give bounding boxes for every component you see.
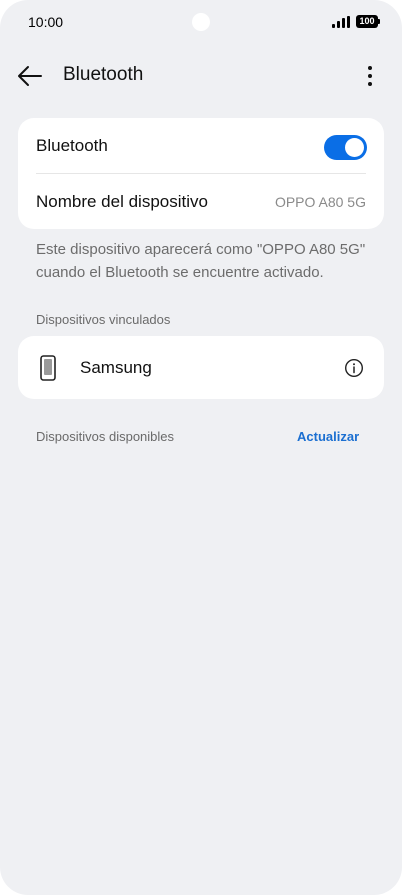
battery-icon: 100	[356, 15, 380, 28]
available-devices-heading: Dispositivos disponibles	[36, 429, 175, 444]
device-name-row[interactable]: Nombre del dispositivo OPPO A80 5G	[18, 174, 384, 229]
toggle-knob	[345, 138, 364, 157]
paired-devices-heading: Dispositivos vinculados	[36, 312, 171, 327]
app-header: Bluetooth	[0, 52, 402, 100]
paired-device-item[interactable]: Samsung	[18, 336, 384, 399]
bluetooth-toggle[interactable]	[324, 135, 367, 160]
device-name-value: OPPO A80 5G	[274, 194, 366, 210]
more-options-button[interactable]	[358, 62, 382, 90]
battery-level: 100	[356, 15, 378, 28]
info-icon	[344, 358, 364, 378]
device-name-label: Nombre del dispositivo	[36, 192, 208, 211]
phone-screen: 10:00 100 Bluetooth Bluetooth Nombre del…	[0, 0, 402, 895]
signal-icon	[332, 16, 350, 28]
back-button[interactable]	[14, 62, 46, 90]
paired-device-name: Samsung	[80, 358, 152, 377]
bluetooth-toggle-row[interactable]: Bluetooth	[18, 118, 384, 173]
status-time: 10:00	[28, 14, 64, 30]
bluetooth-label: Bluetooth	[36, 136, 108, 155]
more-vertical-icon	[368, 66, 372, 86]
page-title: Bluetooth	[63, 64, 144, 85]
phone-icon	[40, 355, 56, 381]
visibility-helper-text: Este dispositivo aparecerá como "OPPO A8…	[36, 241, 366, 281]
bluetooth-settings-card: Bluetooth Nombre del dispositivo OPPO A8…	[18, 118, 384, 229]
status-bar: 10:00 100	[0, 0, 402, 44]
arrow-left-icon	[18, 66, 42, 86]
device-info-button[interactable]	[344, 358, 364, 378]
refresh-button[interactable]: Actualizar	[297, 429, 359, 444]
front-camera	[192, 13, 210, 31]
